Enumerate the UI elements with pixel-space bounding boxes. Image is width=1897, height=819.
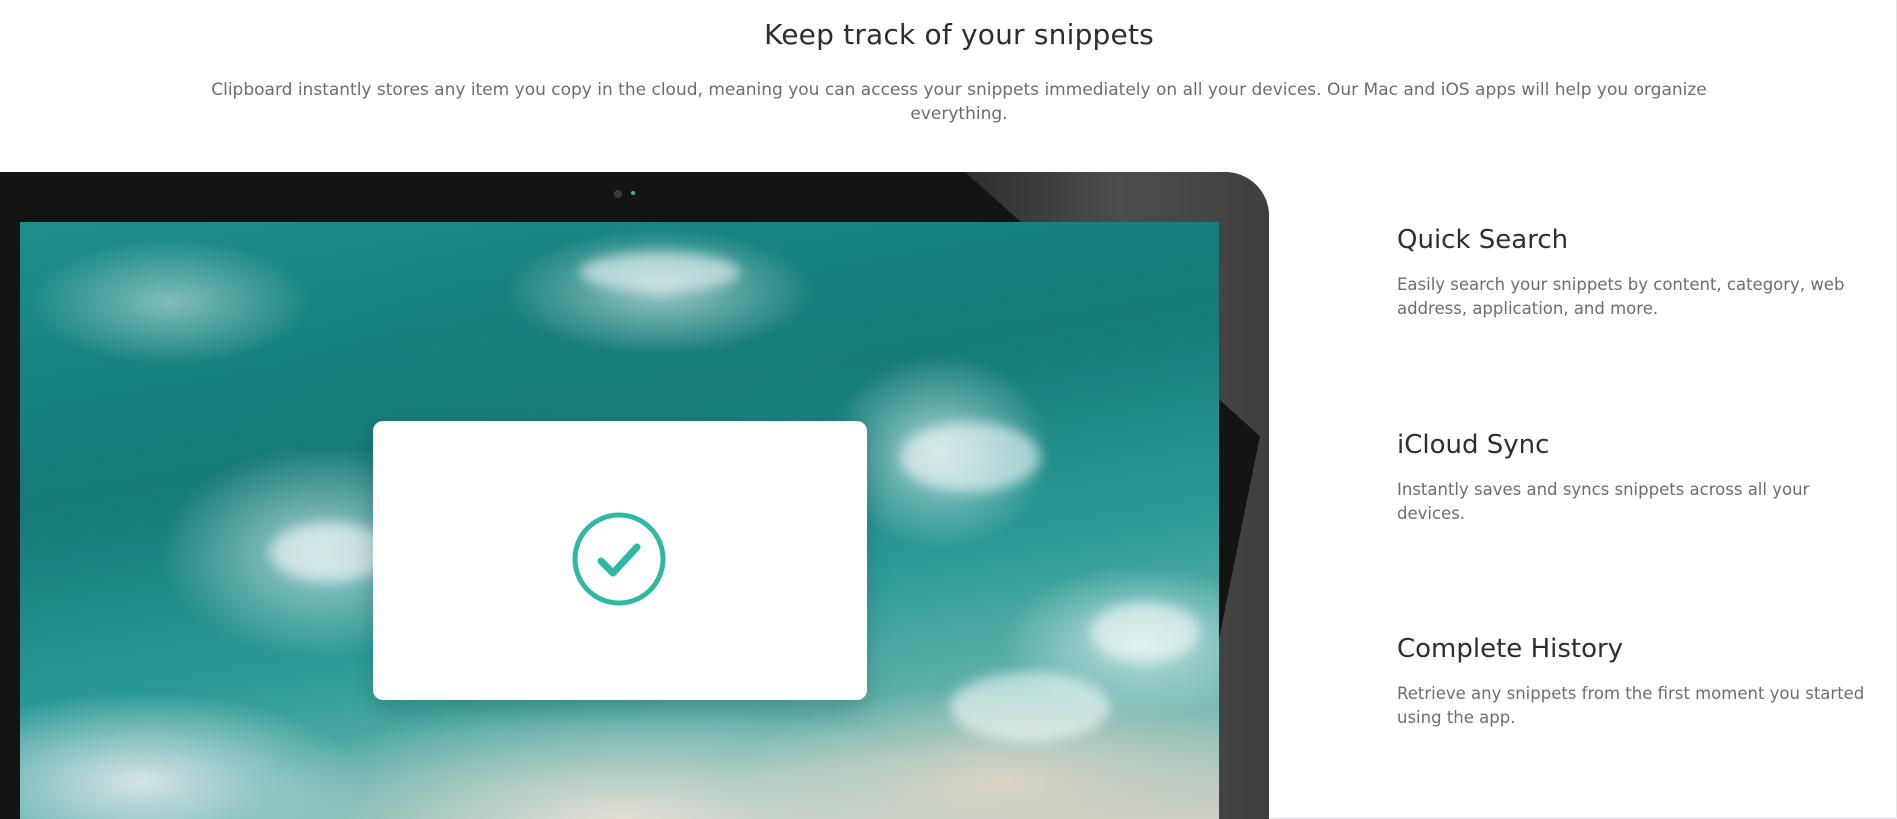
section-subtitle: Clipboard instantly stores any item you … bbox=[211, 80, 1707, 124]
feature-title: Complete History bbox=[1397, 634, 1624, 664]
section-title: Keep track of your snippets bbox=[764, 18, 1154, 51]
check-circle-icon bbox=[572, 512, 666, 606]
page: Keep track of your snippets Clipboard in… bbox=[0, 0, 1897, 819]
confirmation-card bbox=[373, 421, 867, 700]
feature-title: Quick Search bbox=[1397, 225, 1569, 255]
feature-description: Easily search your snippets by content, … bbox=[1397, 275, 1845, 318]
wave-foam bbox=[950, 672, 1110, 742]
wave-foam bbox=[270, 522, 390, 582]
feature-description: Retrieve any snippets from the first mom… bbox=[1397, 684, 1865, 727]
feature-complete-history: Complete History Retrieve any snippets f… bbox=[1397, 632, 1867, 730]
camera-led bbox=[631, 191, 635, 195]
wave-foam bbox=[900, 422, 1040, 492]
feature-icloud-sync: iCloud Sync Instantly saves and syncs sn… bbox=[1397, 428, 1867, 526]
wave-foam bbox=[580, 252, 740, 292]
feature-quick-search: Quick Search Easily search your snippets… bbox=[1397, 223, 1867, 321]
feature-description: Instantly saves and syncs snippets acros… bbox=[1397, 480, 1810, 523]
camera-icon bbox=[614, 190, 622, 198]
wave-foam bbox=[1090, 602, 1200, 662]
feature-title: iCloud Sync bbox=[1397, 430, 1550, 460]
